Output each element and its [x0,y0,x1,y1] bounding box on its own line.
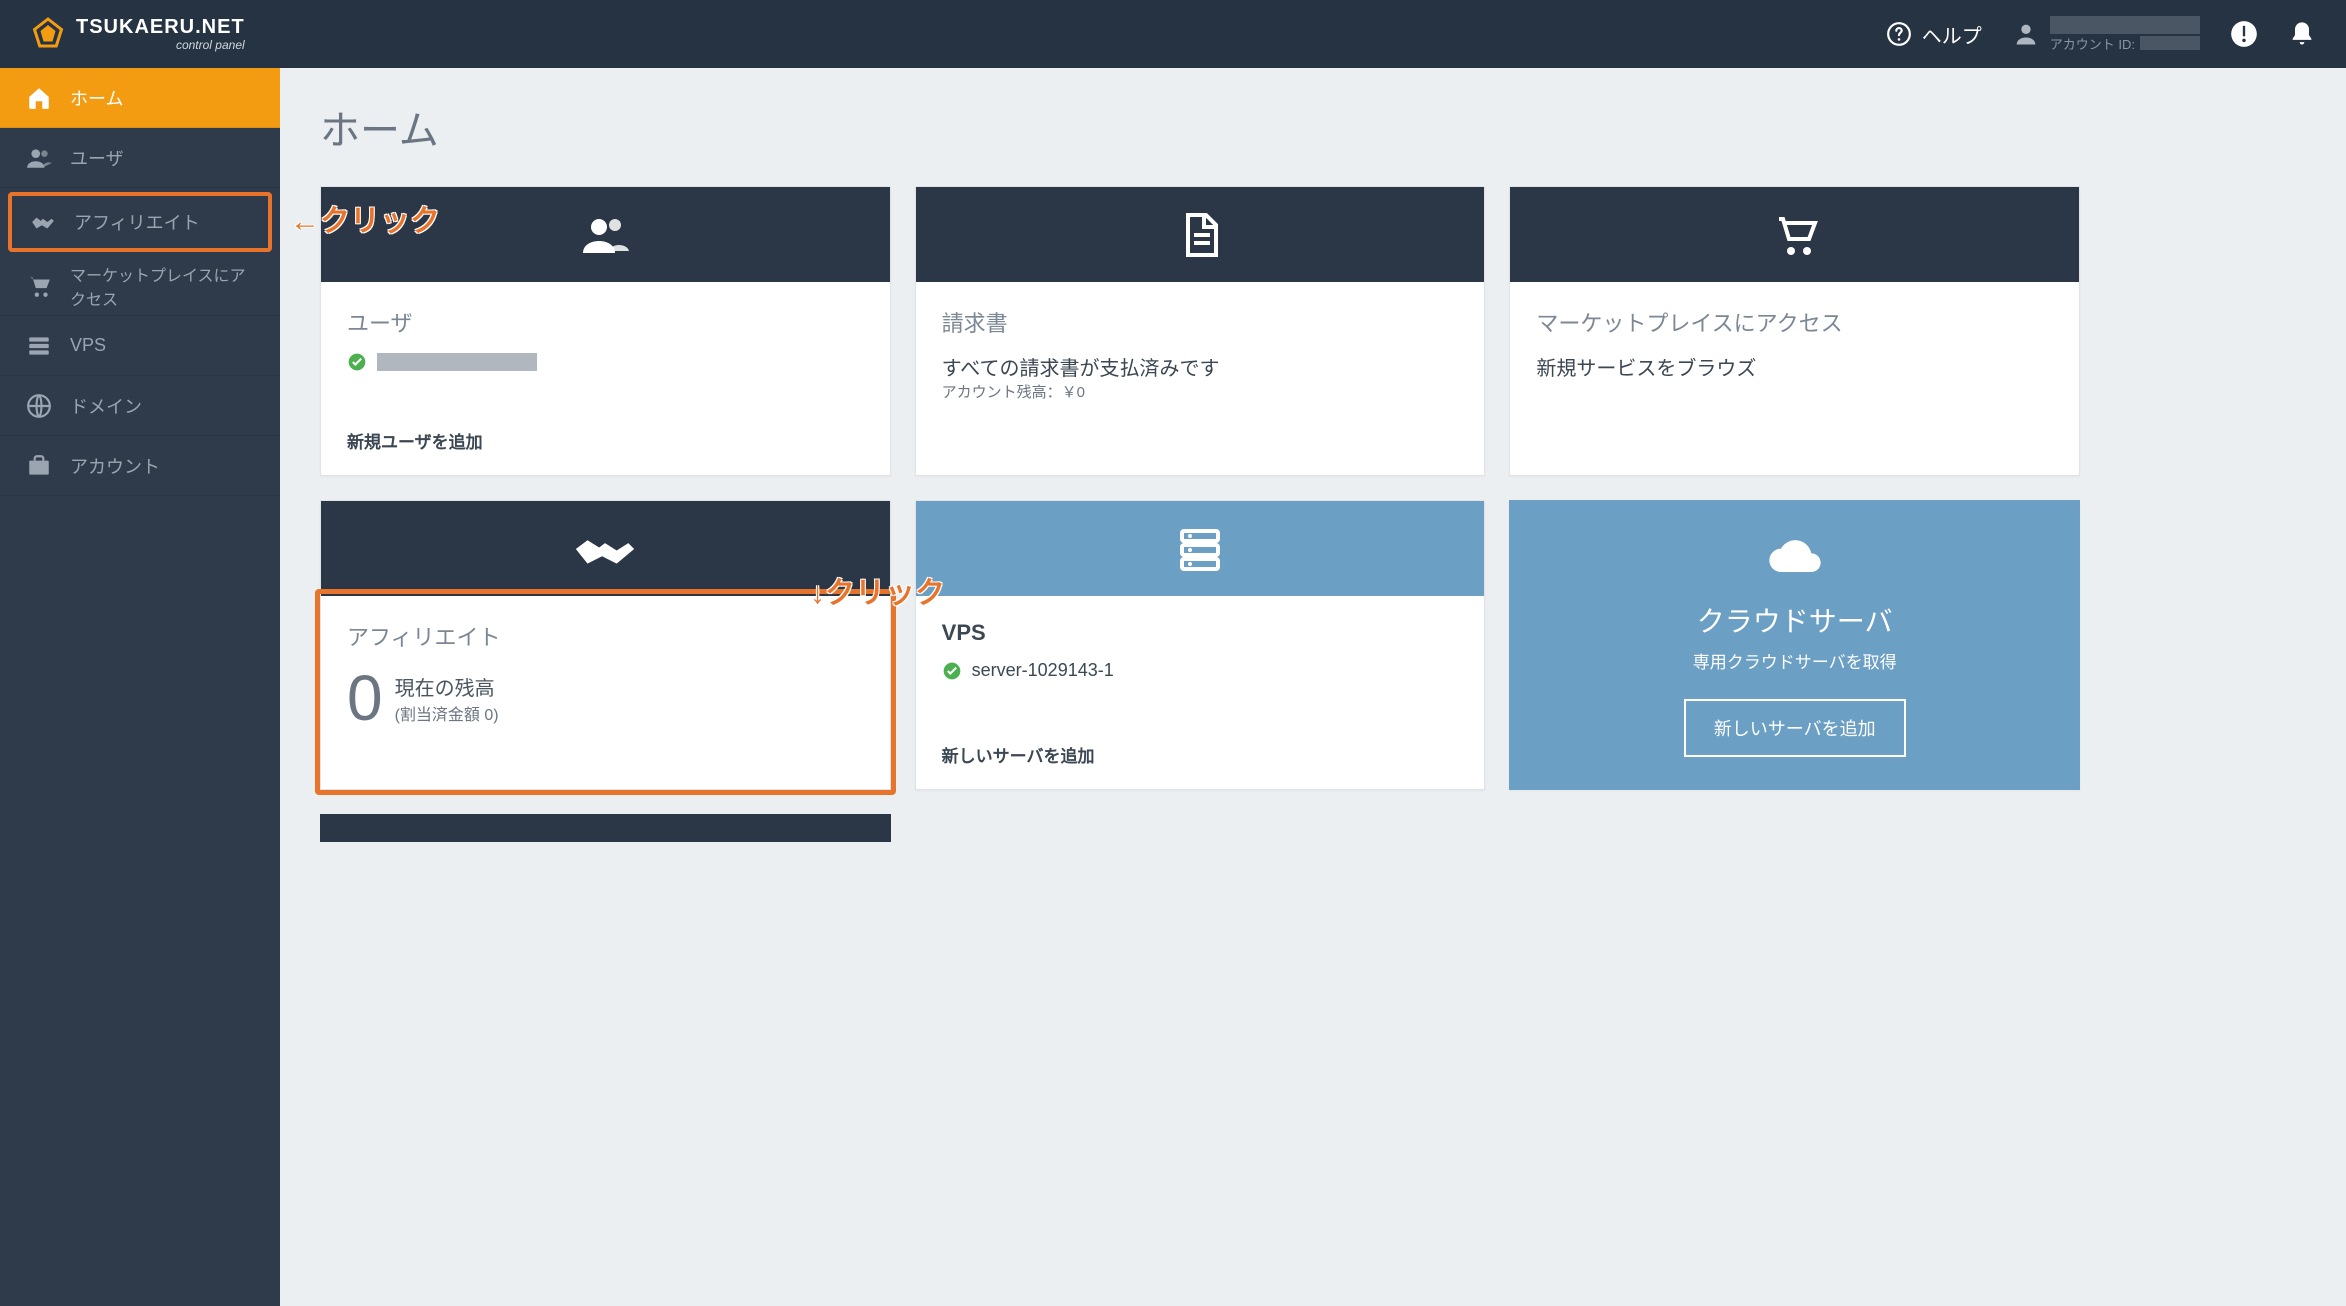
cloud-title: クラウドサーバ [1697,600,1893,640]
sidebar-item-account[interactable]: アカウント [0,436,280,496]
account-name-redacted [2050,16,2200,34]
card-invoice[interactable]: 請求書 すべての請求書が支払済みです アカウント残高：￥0 [915,186,1486,476]
help-link[interactable]: ヘルプ [1886,20,1982,49]
card-affiliate[interactable]: アフィリエイト 0 現在の残高 (割当済金額 0) [320,500,891,790]
card-stub [320,814,891,842]
card-users[interactable]: ユーザ 新規ユーザを追加 [320,186,891,476]
cart-icon [26,273,52,299]
card-marketplace-head [1510,187,2079,282]
account-id-redacted [2140,36,2200,50]
globe-icon [26,393,52,419]
sidebar-item-label: VPS [70,335,106,356]
page-title: ホーム [320,98,2306,156]
logo-icon [30,16,66,52]
sidebar-item-home[interactable]: ホーム [0,68,280,128]
sidebar-item-label: アフィリエイト [74,209,200,235]
help-icon [1886,21,1912,47]
card-title: VPS [942,620,1459,646]
main-content: ホーム ユーザ 新規ユーザを追加 [280,68,2346,1306]
add-cloud-server-button[interactable]: 新しいサーバを追加 [1684,699,1906,757]
server-icon [26,333,52,359]
add-server-link[interactable]: 新しいサーバを追加 [916,726,1485,789]
affiliate-balance-label: 現在の残高 [395,672,499,701]
cloud-subtitle: 専用クラウドサーバを取得 [1693,648,1897,673]
card-title: 請求書 [942,306,1459,338]
logo[interactable]: TSUKAERU.NET control panel [30,16,245,52]
sidebar-item-vps[interactable]: VPS [0,316,280,376]
briefcase-icon [26,453,52,479]
account-id-label: アカウント ID: [2050,34,2135,53]
logo-subtitle: control panel [176,39,245,51]
sidebar: ホーム ユーザ アフィリエイト マーケットプレイスにアクセス VPS ドメイン … [0,68,280,1306]
affiliate-balance-amount: 0 [347,666,383,730]
card-title: ユーザ [347,306,864,338]
user-name-redacted [377,353,537,371]
add-user-link[interactable]: 新規ユーザを追加 [321,412,890,475]
sidebar-item-label: アカウント [70,453,160,479]
sidebar-item-affiliate[interactable]: アフィリエイト [8,192,272,252]
affiliate-balance-sub: (割当済金額 0) [395,701,499,725]
account-menu[interactable]: アカウント ID: [2012,16,2200,53]
sidebar-item-label: ホーム [70,85,123,111]
card-invoice-head [916,187,1485,282]
sidebar-item-label: マーケットプレイスにアクセス [70,262,254,310]
marketplace-line: 新規サービスをブラウズ [1536,352,2053,381]
check-circle-icon [942,661,962,681]
card-vps[interactable]: VPS server-1029143-1 新しいサーバを追加 [915,500,1486,790]
sidebar-item-marketplace[interactable]: マーケットプレイスにアクセス [0,256,280,316]
card-users-head [321,187,890,282]
users-icon [26,145,52,171]
users-icon [581,211,629,259]
user-status-row [347,352,864,372]
card-vps-head [916,501,1485,596]
account-balance: アカウント残高：￥0 [942,381,1459,402]
help-label: ヘルプ [1922,20,1982,49]
bell-icon[interactable] [2288,20,2316,48]
card-affiliate-head [321,501,890,596]
cart-icon [1771,211,1819,259]
card-cloud-server[interactable]: クラウドサーバ 専用クラウドサーバを取得 新しいサーバを追加 [1509,500,2080,790]
logo-text: TSUKAERU.NET [76,17,245,37]
server-icon [1176,525,1224,573]
vps-server-name: server-1029143-1 [972,660,1114,681]
card-title: アフィリエイト [347,620,864,652]
alert-icon[interactable] [2230,20,2258,48]
vps-server-row[interactable]: server-1029143-1 [942,660,1459,681]
cloud-icon [1767,530,1823,586]
card-marketplace[interactable]: マーケットプレイスにアクセス 新規サービスをブラウズ [1509,186,2080,476]
handshake-icon [30,209,56,235]
home-icon [26,85,52,111]
user-icon [2012,20,2040,48]
check-circle-icon [347,352,367,372]
sidebar-item-label: ドメイン [70,393,142,419]
document-icon [1176,211,1224,259]
handshake-icon [570,525,640,573]
card-title: マーケットプレイスにアクセス [1536,306,2053,338]
sidebar-item-domain[interactable]: ドメイン [0,376,280,436]
topbar: TSUKAERU.NET control panel ヘルプ アカウント ID: [0,0,2346,68]
sidebar-item-users[interactable]: ユーザ [0,128,280,188]
invoice-status: すべての請求書が支払済みです [942,352,1459,381]
sidebar-item-label: ユーザ [70,145,124,171]
